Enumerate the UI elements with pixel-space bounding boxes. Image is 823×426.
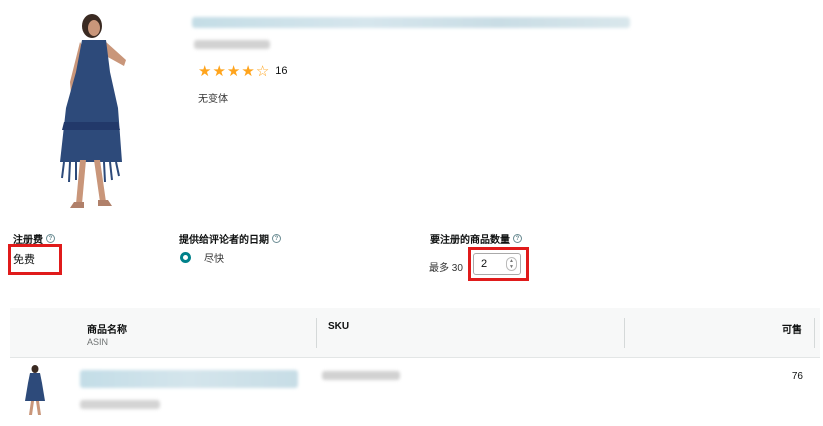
product-subtitle-redacted (194, 40, 270, 49)
table-header: 商品名称 ASIN SKU 可售 (10, 308, 820, 358)
rating-count[interactable]: 16 (275, 65, 287, 77)
question-circle-icon[interactable]: ? (46, 234, 55, 243)
column-header-asin: ASIN (87, 337, 109, 347)
radio-selected-icon[interactable] (180, 252, 191, 263)
column-divider[interactable] (316, 318, 317, 348)
row-title-redacted (80, 370, 298, 388)
star-outline-icon: ☆ (255, 61, 270, 80)
star-rating: ★ ★ ★ ★ ☆ (198, 61, 270, 80)
row-sku-redacted (322, 371, 400, 380)
star-icon: ★ (212, 61, 226, 80)
column-header-sku[interactable]: SKU (328, 321, 349, 332)
product-image (60, 14, 126, 208)
star-icon: ★ (198, 61, 212, 80)
column-divider[interactable] (624, 318, 625, 348)
star-icon: ★ (241, 61, 255, 80)
rating-row[interactable]: ★ ★ ★ ★ ☆ 16 (198, 63, 288, 79)
question-circle-icon[interactable]: ? (513, 234, 522, 243)
column-header-available[interactable]: 可售 (782, 321, 802, 336)
radio-asap-label[interactable]: 尽快 (204, 250, 224, 265)
product-thumbnail (25, 365, 45, 415)
row-asin-redacted (80, 400, 160, 409)
column-header-name[interactable]: 商品名称 (87, 321, 127, 336)
column-divider[interactable] (814, 318, 815, 348)
product-title-redacted (192, 17, 630, 28)
highlight-box-fee (8, 244, 62, 275)
question-circle-icon[interactable]: ? (272, 234, 281, 243)
variant-info: 无变体 (198, 94, 228, 105)
enroll-quantity-label: 要注册的商品数量 ? (430, 231, 522, 246)
reviewer-date-label: 提供给评论者的日期 ? (179, 231, 281, 246)
star-icon: ★ (226, 61, 241, 80)
radio-asap[interactable]: 尽快 (180, 250, 224, 265)
highlight-box-quantity (468, 247, 529, 281)
max-quantity-hint: 最多 30 (429, 263, 463, 274)
row-available-qty: 76 (791, 371, 803, 382)
